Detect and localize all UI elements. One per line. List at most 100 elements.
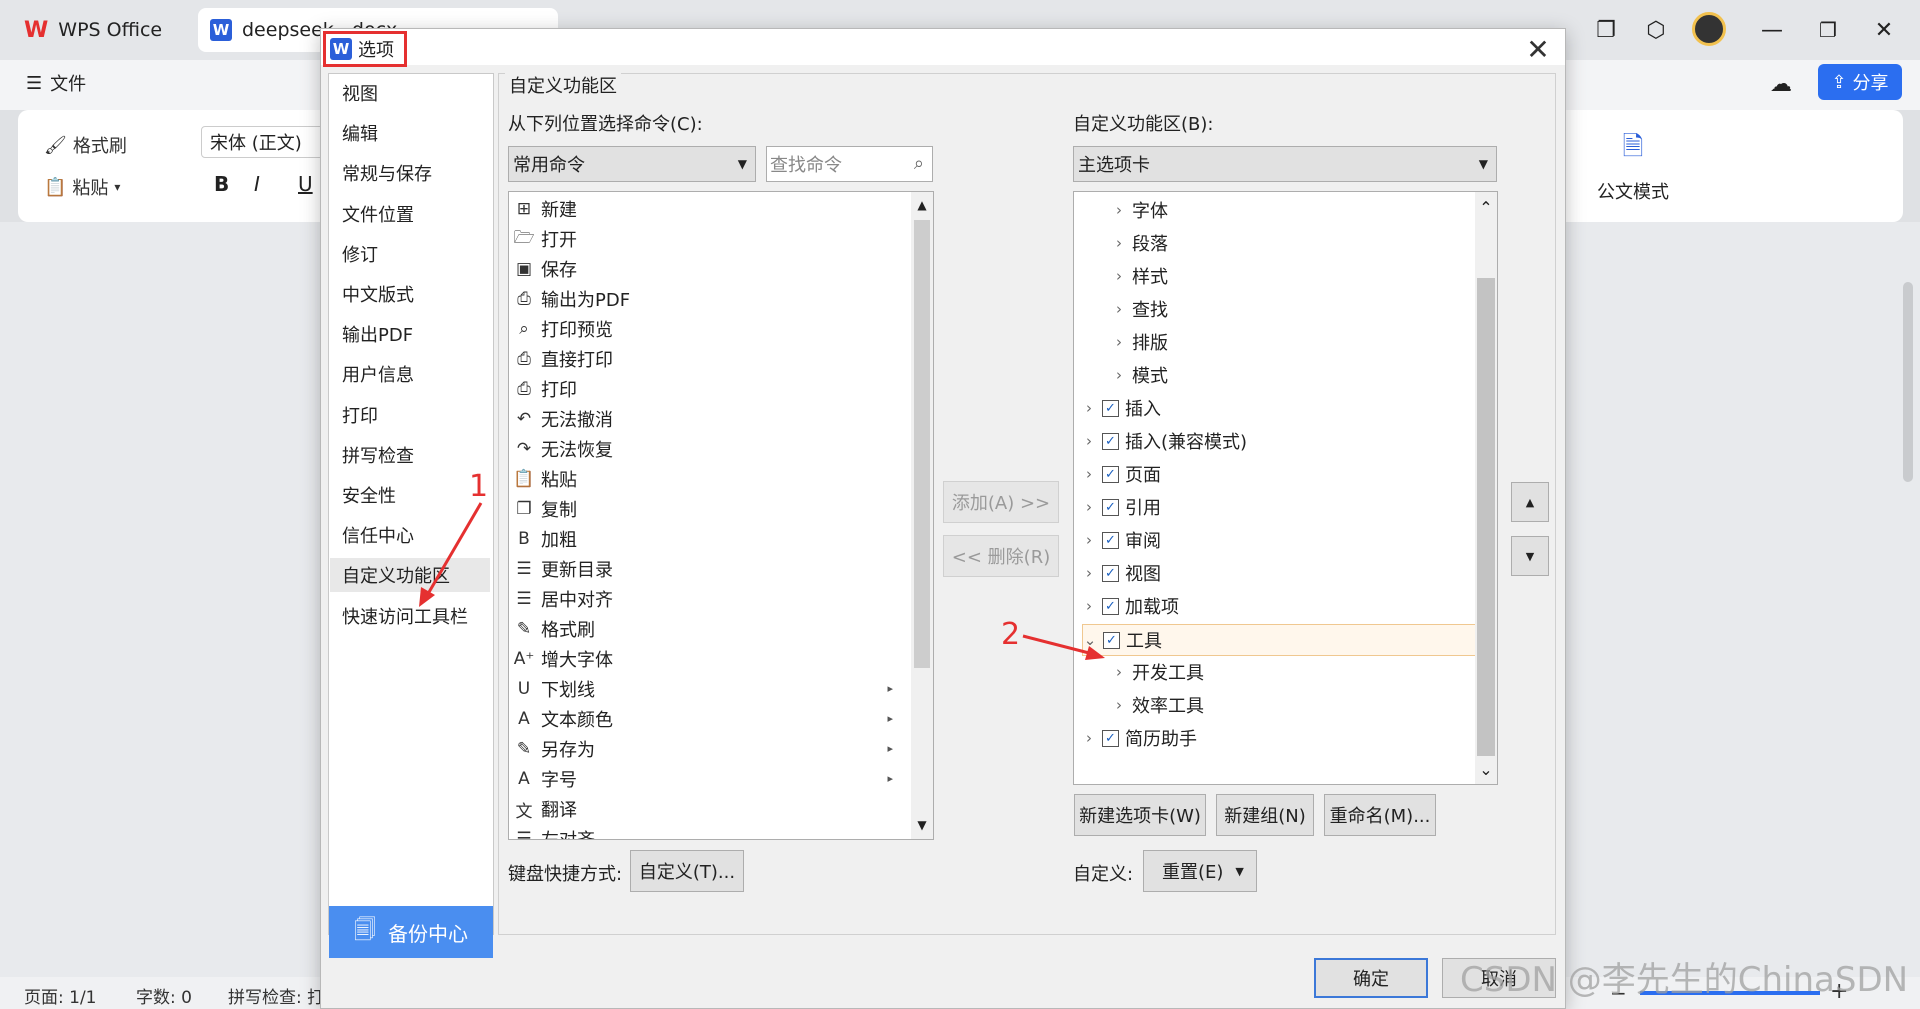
italic-button[interactable]: I bbox=[254, 172, 260, 196]
command-item[interactable]: ✎ 另存为 bbox=[513, 734, 595, 764]
command-item[interactable]: 🗁 打开 bbox=[513, 224, 577, 254]
paste-button[interactable]: 📋 粘贴 ▾ bbox=[44, 174, 120, 200]
command-list-scrollbar[interactable]: ▲ ▼ bbox=[911, 192, 933, 839]
tab-checkbox[interactable]: ✓ bbox=[1102, 498, 1119, 516]
chevron-right-icon[interactable]: › bbox=[1112, 333, 1126, 351]
tree-item[interactable]: › 排版 bbox=[1112, 327, 1168, 357]
category-item[interactable]: 打印 bbox=[330, 398, 490, 432]
command-item[interactable]: ☰ 更新目录 bbox=[513, 554, 613, 584]
maximize-icon[interactable]: ❐ bbox=[1808, 12, 1848, 48]
category-item[interactable]: 用户信息 bbox=[330, 357, 490, 391]
category-item[interactable]: 编辑 bbox=[330, 116, 490, 150]
window-restore-icon[interactable]: ❐ bbox=[1590, 14, 1622, 46]
remove-button[interactable]: << 删除(R) bbox=[943, 535, 1059, 577]
cloud-upload-icon[interactable]: ☁ bbox=[1770, 66, 1810, 102]
new-group-button[interactable]: 新建组(N) bbox=[1216, 794, 1314, 836]
tab-wps-office[interactable]: W WPS Office bbox=[12, 8, 192, 52]
chevron-right-icon[interactable]: › bbox=[1112, 696, 1126, 714]
avatar[interactable] bbox=[1692, 12, 1726, 46]
command-item[interactable]: ⎙ 直接打印 bbox=[513, 344, 613, 374]
tab-checkbox[interactable]: ✓ bbox=[1102, 564, 1119, 582]
chevron-right-icon[interactable]: › bbox=[1082, 465, 1096, 483]
category-item[interactable]: 中文版式 bbox=[330, 277, 490, 311]
chevron-right-icon[interactable]: › bbox=[1112, 267, 1126, 285]
file-menu[interactable]: ☰ 文件 bbox=[26, 70, 86, 96]
reset-button[interactable]: 重置(E) ▼ bbox=[1143, 850, 1257, 892]
tree-item[interactable]: › 段落 bbox=[1112, 228, 1168, 258]
tree-scroll-thumb[interactable] bbox=[1477, 278, 1495, 756]
scroll-up-icon[interactable]: ▲ bbox=[911, 194, 933, 216]
backup-center-button[interactable]: 🗐 备份中心 bbox=[329, 906, 493, 958]
command-item[interactable]: ⌕ 打印预览 bbox=[513, 314, 613, 344]
chevron-right-icon[interactable]: › bbox=[1112, 663, 1126, 681]
command-item[interactable]: 文翻译 bbox=[513, 794, 578, 824]
tree-item[interactable]: › ✓ 引用 bbox=[1082, 492, 1161, 522]
command-list[interactable]: ⊞ 新建 🗁 打开 ▣ 保存 ⎙ 输出为PDF ⌕ 打印预览 ⎙ 直接打印 ⎙ 打印 ↶ 无法撤消 ↷ 无法恢复 📋… bbox=[508, 191, 934, 840]
bold-button[interactable]: B bbox=[214, 172, 229, 196]
tree-item[interactable]: › 样式 bbox=[1112, 261, 1168, 291]
scroll-thumb[interactable] bbox=[914, 220, 930, 668]
tree-item[interactable]: › 开发工具 bbox=[1112, 657, 1204, 687]
move-up-button[interactable]: ▲ bbox=[1511, 482, 1549, 522]
tab-checkbox[interactable]: ✓ bbox=[1102, 597, 1119, 615]
window-close-icon[interactable]: ✕ bbox=[1864, 12, 1904, 48]
chevron-right-icon[interactable]: › bbox=[1082, 597, 1096, 615]
command-item[interactable]: ☰ 左对齐 bbox=[513, 824, 595, 839]
chevron-right-icon[interactable]: › bbox=[1082, 564, 1096, 582]
category-item[interactable]: 视图 bbox=[330, 76, 490, 110]
tab-checkbox[interactable]: ✓ bbox=[1102, 531, 1119, 549]
category-item[interactable]: 修订 bbox=[330, 237, 490, 271]
underline-button[interactable]: U bbox=[298, 172, 313, 196]
command-item[interactable]: ❐ 复制 bbox=[513, 494, 577, 524]
category-item[interactable]: 输出PDF bbox=[330, 317, 490, 351]
tree-item[interactable]: › 模式 bbox=[1112, 360, 1168, 390]
tree-scroll-up-icon[interactable]: ⌃ bbox=[1475, 196, 1497, 218]
share-button[interactable]: ⇪ 分享 bbox=[1818, 64, 1902, 100]
chevron-right-icon[interactable]: › bbox=[1112, 300, 1126, 318]
dialog-titlebar[interactable]: W 选项 ✕ bbox=[321, 29, 1565, 67]
keyboard-customize-button[interactable]: 自定义(T)... bbox=[630, 850, 744, 892]
ok-button[interactable]: 确定 bbox=[1314, 958, 1428, 998]
command-item[interactable]: ↷ 无法恢复 bbox=[513, 434, 613, 464]
tree-item[interactable]: › ✓ 加载项 bbox=[1082, 591, 1179, 621]
format-painter-button[interactable]: 🖌 格式刷 bbox=[44, 132, 127, 158]
tab-checkbox[interactable]: ✓ bbox=[1102, 465, 1119, 483]
dialog-close-icon[interactable]: ✕ bbox=[1516, 31, 1560, 67]
chevron-right-icon[interactable]: › bbox=[1112, 366, 1126, 384]
command-item[interactable]: ▣ 保存 bbox=[513, 254, 577, 284]
add-button[interactable]: 添加(A) >> bbox=[943, 481, 1059, 523]
rename-button[interactable]: 重命名(M)... bbox=[1324, 794, 1436, 836]
chevron-right-icon[interactable]: › bbox=[1082, 729, 1096, 747]
cube-icon[interactable]: ⬡ bbox=[1640, 14, 1672, 46]
command-item[interactable]: ✎ 格式刷 bbox=[513, 614, 595, 644]
command-item[interactable]: ⎙ 打印 bbox=[513, 374, 577, 404]
tree-item[interactable]: › ✓ 简历助手 bbox=[1082, 723, 1197, 753]
command-item[interactable]: A 字号 bbox=[513, 764, 577, 794]
category-item[interactable]: 文件位置 bbox=[330, 197, 490, 231]
category-item[interactable]: 拼写检查 bbox=[330, 438, 490, 472]
command-item[interactable]: A⁺ 增大字体 bbox=[513, 644, 613, 674]
new-tab-button[interactable]: 新建选项卡(W) bbox=[1074, 794, 1206, 836]
official-mode-button[interactable]: 🗎 公文模式 bbox=[1588, 128, 1678, 204]
tree-item[interactable]: › ✓ 视图 bbox=[1082, 558, 1161, 588]
chevron-right-icon[interactable]: › bbox=[1112, 234, 1126, 252]
tree-item[interactable]: › 效率工具 bbox=[1112, 690, 1204, 720]
command-item[interactable]: U 下划线 bbox=[513, 674, 595, 704]
chevron-right-icon[interactable]: › bbox=[1082, 432, 1096, 450]
command-item[interactable]: 📋 粘贴 bbox=[513, 464, 577, 494]
command-item[interactable]: B 加粗 bbox=[513, 524, 577, 554]
chevron-right-icon[interactable]: › bbox=[1082, 399, 1096, 417]
choose-from-select[interactable]: 常用命令 ▼ bbox=[508, 146, 756, 182]
tree-item[interactable]: › ✓ 审阅 bbox=[1082, 525, 1161, 555]
command-search-input[interactable]: 查找命令 ⌕ bbox=[766, 146, 933, 182]
move-down-button[interactable]: ▼ bbox=[1511, 536, 1549, 576]
chevron-right-icon[interactable]: › bbox=[1082, 531, 1096, 549]
category-item[interactable]: 常规与保存 bbox=[330, 156, 490, 190]
command-item[interactable]: ☰ 居中对齐 bbox=[513, 584, 613, 614]
chevron-right-icon[interactable]: › bbox=[1082, 498, 1096, 516]
tab-checkbox[interactable]: ✓ bbox=[1102, 432, 1119, 450]
scroll-down-icon[interactable]: ▼ bbox=[911, 814, 933, 836]
ribbon-tree[interactable]: › 字体 › 段落 › 样式 › 查找 › 排版 › 模式 › ✓ 插入 › ✓ 插入(兼容模式) › ✓ 页面 › ✓ 引用… bbox=[1073, 191, 1498, 785]
tree-item[interactable]: › 字体 bbox=[1112, 195, 1168, 225]
chevron-right-icon[interactable]: › bbox=[1112, 201, 1126, 219]
